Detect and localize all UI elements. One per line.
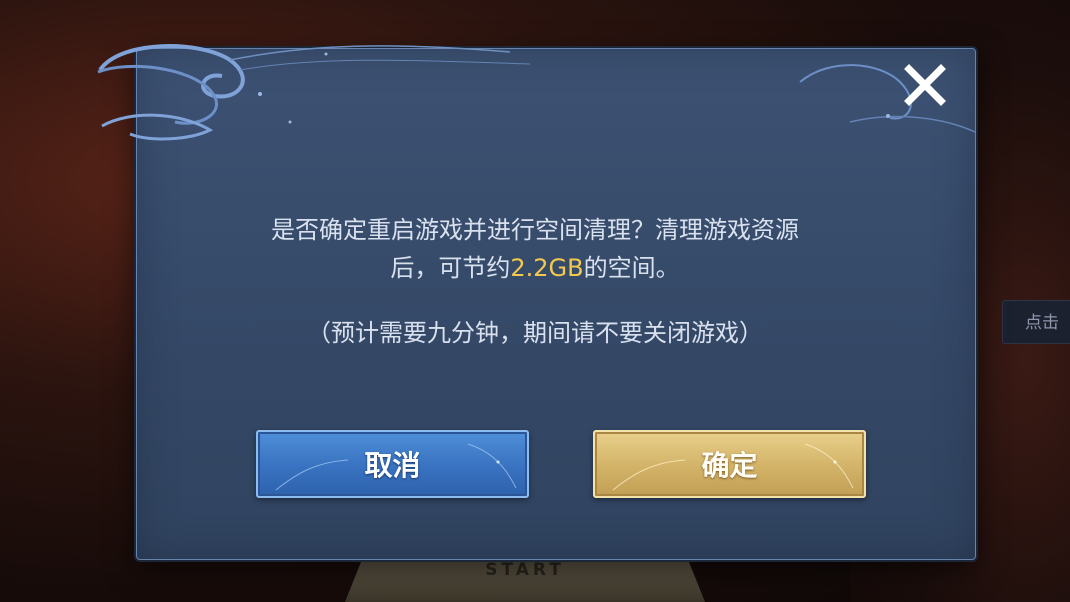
close-button[interactable]	[900, 60, 950, 110]
message-suffix: 的空间。	[583, 254, 680, 282]
confirm-button[interactable]: 确定	[593, 430, 866, 498]
dialog-message-line2: 后，可节约2.2GB的空间。	[0, 249, 1070, 287]
confirm-button-label: 确定	[701, 449, 758, 482]
close-x-icon	[904, 64, 946, 106]
space-amount: 2.2GB	[510, 254, 584, 282]
message-prefix: 后，可节约	[390, 254, 511, 282]
cancel-button-label: 取消	[364, 449, 421, 482]
dialog-message-line1: 是否确定重启游戏并进行空间清理？清理游戏资源	[271, 216, 799, 244]
cancel-button[interactable]: 取消	[256, 430, 529, 498]
dialog-note: （预计需要九分钟，期间请不要关闭游戏）	[307, 319, 763, 347]
